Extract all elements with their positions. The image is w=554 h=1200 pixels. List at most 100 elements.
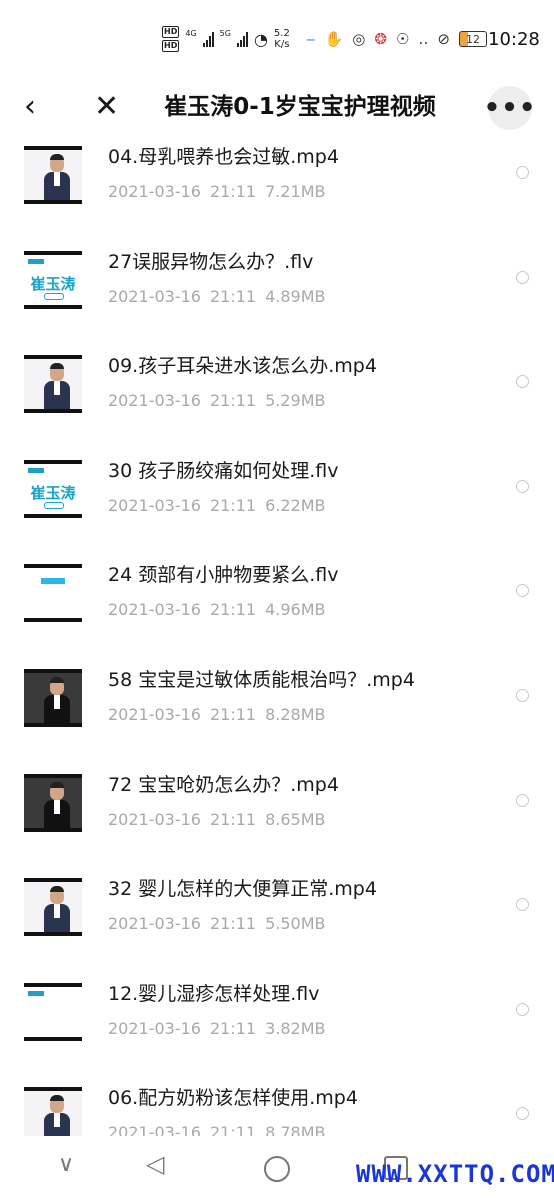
hd-icon: HD HD [162, 26, 180, 52]
file-time: 21:11 [209, 391, 257, 411]
video-thumbnail [24, 146, 82, 204]
status-bar: HD HD 4G 5G ◔ 5.2 K/s ‒ ✋ ◎ ❂ ☉ ‥ ⊘ 12 10… [0, 0, 554, 80]
chevron-down-icon[interactable]: ∨ [58, 1152, 74, 1177]
file-date: 2021-03-16 [108, 1018, 201, 1038]
system-back-icon[interactable]: ◁ [146, 1150, 164, 1178]
file-time: 21:11 [209, 809, 257, 829]
file-meta: 2021-03-16 21:11 8.78MB [108, 1123, 335, 1136]
file-meta: 2021-03-16 21:11 4.96MB [108, 600, 335, 619]
wifi-icon: ◔ [253, 29, 268, 49]
file-name: 58 宝宝是过敏体质能根治吗？.mp4 [108, 669, 415, 691]
file-meta: 2021-03-16 21:11 8.65MB [108, 810, 335, 829]
file-row[interactable]: 04.母乳喂养也会过敏.mp4 2021-03-16 21:11 7.21MB [0, 140, 554, 241]
file-time: 21:11 [209, 1018, 257, 1038]
select-radio[interactable] [516, 898, 529, 912]
video-thumbnail [24, 878, 82, 937]
file-date: 2021-03-16 [108, 286, 201, 306]
video-thumbnail [24, 669, 82, 727]
system-home-icon[interactable] [264, 1156, 290, 1182]
video-thumbnail [24, 773, 82, 832]
video-thumbnail [24, 355, 82, 414]
video-thumbnail [24, 564, 82, 623]
file-name: 24 颈部有小肿物要紧么.flv [108, 564, 339, 587]
header: ‹ ✕ 崔玉涛0-1岁宝宝护理视频 ••• [0, 80, 554, 138]
signal-icon [202, 31, 214, 47]
hand-icon: ✋ [324, 30, 344, 48]
network-indicators: HD HD 4G 5G ◔ 5.2 K/s [162, 26, 290, 52]
file-row[interactable]: 24 颈部有小肿物要紧么.flv 2021-03-16 21:11 4.96MB [0, 554, 554, 659]
file-date: 2021-03-16 [108, 600, 201, 620]
target-icon: ◎ [352, 30, 366, 48]
notification-icons: ‒ ✋ ◎ ❂ ☉ ‥ ⊘ 12 [306, 30, 487, 48]
mute-bell-icon: ⊘ [437, 30, 450, 48]
file-date: 2021-03-16 [108, 1123, 201, 1136]
battery-level: 12 [465, 32, 480, 46]
page-title: 崔玉涛0-1岁宝宝护理视频 [164, 94, 436, 120]
file-time: 21:11 [209, 495, 257, 515]
file-meta: 2021-03-16 21:11 6.22MB [108, 496, 335, 515]
file-time: 21:11 [209, 182, 257, 201]
file-row[interactable]: 06.配方奶粉该怎样使用.mp4 2021-03-16 21:11 8.78MB [0, 1077, 554, 1136]
select-radio[interactable] [516, 584, 529, 598]
file-date: 2021-03-16 [108, 182, 201, 201]
select-radio[interactable] [516, 1002, 529, 1016]
file-list[interactable]: 04.母乳喂养也会过敏.mp4 2021-03-16 21:11 7.21MB 崔玉涛 2… [0, 140, 554, 1136]
file-size: 3.82MB [265, 1018, 326, 1038]
file-size: 7.21MB [265, 182, 326, 201]
file-time: 21:11 [209, 286, 257, 306]
alipay-icon: ☉ [395, 30, 410, 48]
select-radio[interactable] [516, 166, 529, 179]
file-name: 72 宝宝呛奶怎么办？.mp4 [108, 773, 339, 796]
app-icon: ❂ [374, 30, 387, 48]
file-meta: 2021-03-16 21:11 8.28MB [108, 705, 335, 724]
file-meta: 2021-03-16 21:11 5.50MB [108, 914, 335, 933]
file-time: 21:11 [209, 600, 257, 620]
select-radio[interactable] [516, 1107, 529, 1121]
file-date: 2021-03-16 [108, 705, 201, 724]
file-meta: 2021-03-16 21:11 7.21MB [108, 182, 335, 201]
select-radio[interactable] [516, 689, 529, 702]
file-name: 09.孩子耳朵进水该怎么办.mp4 [108, 355, 377, 378]
battery-icon: 12 [458, 31, 487, 47]
network-left-label: 4G [185, 28, 197, 38]
file-row[interactable]: 32 婴儿怎样的大便算正常.mp4 2021-03-16 21:11 5.50MB [0, 868, 554, 973]
select-radio[interactable] [516, 479, 529, 493]
back-icon[interactable]: ‹ [24, 90, 50, 124]
file-size: 8.65MB [265, 809, 326, 829]
select-radio[interactable] [516, 375, 529, 389]
video-thumbnail [24, 1087, 82, 1136]
select-radio[interactable] [516, 270, 529, 284]
thumbnail-text: 崔玉涛 [30, 483, 76, 502]
file-size: 4.96MB [265, 600, 326, 620]
file-name: 12.婴儿湿疹怎样处理.flv [108, 982, 320, 1005]
thumbnail-text: 崔玉涛 [30, 274, 76, 293]
file-row[interactable]: 12.婴儿湿疹怎样处理.flv 2021-03-16 21:11 3.82MB [0, 973, 554, 1078]
file-size: 8.78MB [265, 1123, 326, 1136]
speed-value: 5.2 [273, 28, 290, 39]
file-meta: 2021-03-16 21:11 4.89MB [108, 287, 335, 306]
network-right-label: 5G [219, 28, 231, 38]
file-row[interactable]: 09.孩子耳朵进水该怎么办.mp4 2021-03-16 21:11 5.29MB [0, 345, 554, 450]
clock: 10:28 [488, 29, 540, 50]
file-size: 8.28MB [265, 705, 326, 724]
file-row[interactable]: 崔玉涛 27误服异物怎么办？.flv 2021-03-16 21:11 4.89MB [0, 241, 554, 346]
file-row[interactable]: 崔玉涛 30 孩子肠绞痛如何处理.flv 2021-03-16 21:11 6.22MB [0, 450, 554, 555]
file-date: 2021-03-16 [108, 914, 201, 934]
file-meta: 2021-03-16 21:11 5.29MB [108, 391, 335, 410]
file-time: 21:11 [209, 914, 257, 934]
file-size: 5.50MB [265, 914, 326, 934]
signal-icon [236, 31, 248, 47]
file-meta: 2021-03-16 21:11 3.82MB [108, 1019, 335, 1038]
select-radio[interactable] [516, 793, 529, 807]
video-thumbnail: 崔玉涛 [24, 459, 82, 518]
file-size: 6.22MB [265, 495, 326, 515]
file-row[interactable]: 58 宝宝是过敏体质能根治吗？.mp4 2021-03-16 21:11 8.28MB [0, 659, 554, 764]
close-icon[interactable]: ✕ [94, 90, 122, 124]
watermark: WWW.XXTTQ.COM [356, 1160, 554, 1188]
speed-unit: K/s [274, 39, 290, 50]
file-row[interactable]: 72 宝宝呛奶怎么办？.mp4 2021-03-16 21:11 8.65MB [0, 764, 554, 869]
file-size: 5.29MB [265, 391, 326, 411]
video-thumbnail [24, 982, 82, 1041]
more-options-button[interactable]: ••• [484, 86, 535, 130]
more-dots-icon: ‥ [418, 30, 429, 48]
